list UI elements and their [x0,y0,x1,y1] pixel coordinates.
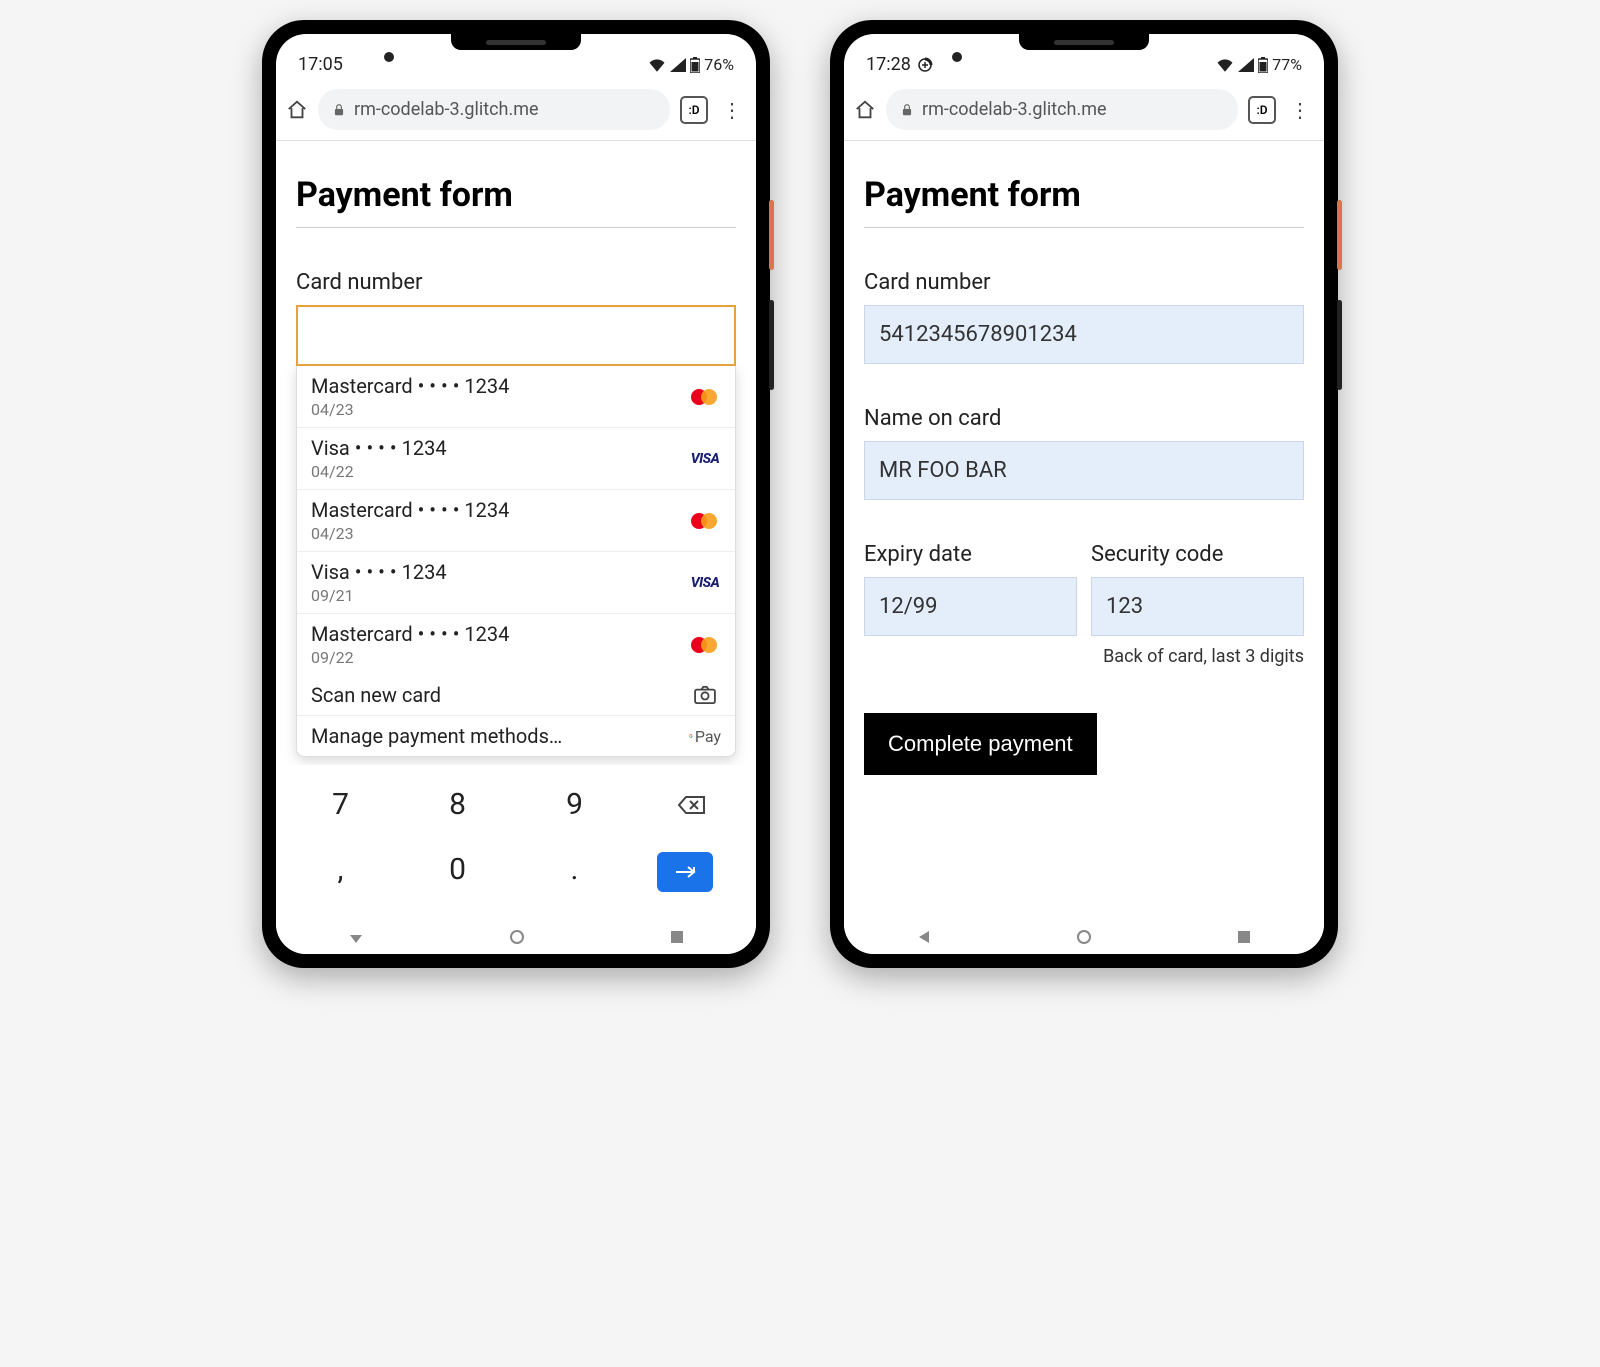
overflow-menu-icon[interactable]: ⋮ [718,98,746,122]
mastercard-icon [689,512,721,530]
url-text: rm-codelab-3.glitch.me [354,99,539,120]
key-enter[interactable] [657,842,727,902]
phone-notch [1019,34,1149,50]
android-nav-bar [276,920,756,954]
autofill-card-title: Visa • • • • 1234 [311,560,679,584]
card-number-label: Card number [864,270,1304,295]
lock-icon [332,103,346,117]
power-button [1337,200,1342,270]
volume-button [1337,300,1342,390]
autofill-card-expiry: 09/21 [311,586,679,605]
key-8[interactable]: 8 [423,777,493,832]
expiry-date-input[interactable] [864,577,1077,636]
lock-icon [900,103,914,117]
manage-payment-methods-option[interactable]: Manage payment methods… Pay [297,716,735,756]
front-camera [952,52,962,62]
card-number-input[interactable] [864,305,1304,364]
complete-payment-button[interactable]: Complete payment [864,713,1097,775]
battery-percent: 76% [704,55,734,74]
battery-icon [1258,57,1268,73]
card-number-label: Card number [296,270,736,295]
datasaver-icon [917,57,933,73]
nav-home-icon[interactable] [1076,929,1092,945]
battery-icon [690,57,700,73]
page-title: Payment form [296,175,736,228]
front-camera [384,52,394,62]
autofill-card-option[interactable]: Mastercard • • • • 1234 09/22 [297,614,735,675]
autofill-card-expiry: 04/23 [311,400,679,419]
overflow-menu-icon[interactable]: ⋮ [1286,98,1314,122]
signal-icon [1238,58,1254,72]
url-text: rm-codelab-3.glitch.me [922,99,1107,120]
name-on-card-label: Name on card [864,406,1304,431]
enter-icon [657,852,713,892]
autofill-card-option[interactable]: Mastercard • • • • 1234 04/23 [297,366,735,428]
tab-counter[interactable]: :D [680,96,708,124]
home-icon[interactable] [286,99,308,121]
scan-card-option[interactable]: Scan new card [297,675,735,716]
nav-home-icon[interactable] [509,929,525,945]
key-backspace[interactable] [657,777,727,832]
expiry-date-label: Expiry date [864,542,1077,567]
url-bar[interactable]: rm-codelab-3.glitch.me [886,89,1238,130]
home-icon[interactable] [854,99,876,121]
name-on-card-input[interactable] [864,441,1304,500]
tab-counter[interactable]: :D [1248,96,1276,124]
battery-percent: 77% [1272,55,1302,74]
mastercard-icon [689,636,721,654]
wifi-icon [1216,58,1234,72]
autofill-card-expiry: 04/23 [311,524,679,543]
nav-recents-icon[interactable] [670,930,684,944]
visa-icon: VISA [689,451,721,467]
key-9[interactable]: 9 [540,777,610,832]
autofill-card-title: Visa • • • • 1234 [311,436,679,460]
clock-time: 17:05 [298,54,343,75]
numeric-keyboard: 7 8 9 , 0 . [276,765,756,920]
nav-recents-icon[interactable] [1237,930,1251,944]
autofill-card-option[interactable]: Visa • • • • 1234 04/22 VISA [297,428,735,490]
gpay-icon: Pay [689,727,721,746]
security-code-helper: Back of card, last 3 digits [864,646,1304,667]
autofill-dropdown: Mastercard • • • • 1234 04/23 Visa • • • •… [296,365,736,757]
nav-back-icon[interactable] [917,929,931,945]
key-0[interactable]: 0 [423,842,493,902]
nav-back-icon[interactable] [348,929,364,945]
visa-icon: VISA [689,575,721,591]
phone-notch [451,34,581,50]
url-bar[interactable]: rm-codelab-3.glitch.me [318,89,670,130]
phone-frame-right: 17:28 77% [830,20,1338,968]
security-code-label: Security code [1091,542,1304,567]
autofill-card-title: Mastercard • • • • 1234 [311,374,679,398]
key-period[interactable]: . [540,842,610,902]
android-nav-bar [844,920,1324,954]
key-7[interactable]: 7 [306,777,376,832]
autofill-card-expiry: 09/22 [311,648,679,667]
key-comma[interactable]: , [306,842,376,902]
volume-button [769,300,774,390]
wifi-icon [648,58,666,72]
browser-toolbar: rm-codelab-3.glitch.me :D ⋮ [276,81,756,141]
autofill-card-option[interactable]: Mastercard • • • • 1234 04/23 [297,490,735,552]
power-button [769,200,774,270]
clock-time: 17:28 [866,54,911,75]
signal-icon [670,58,686,72]
page-title: Payment form [864,175,1304,228]
autofill-card-option[interactable]: Visa • • • • 1234 09/21 VISA [297,552,735,614]
phone-frame-left: 17:05 76% [262,20,770,968]
mastercard-icon [689,388,721,406]
autofill-card-title: Mastercard • • • • 1234 [311,498,679,522]
autofill-card-expiry: 04/22 [311,462,679,481]
camera-icon [689,686,721,704]
card-number-input[interactable] [296,305,736,366]
browser-toolbar: rm-codelab-3.glitch.me :D ⋮ [844,81,1324,141]
security-code-input[interactable] [1091,577,1304,636]
autofill-card-title: Mastercard • • • • 1234 [311,622,679,646]
